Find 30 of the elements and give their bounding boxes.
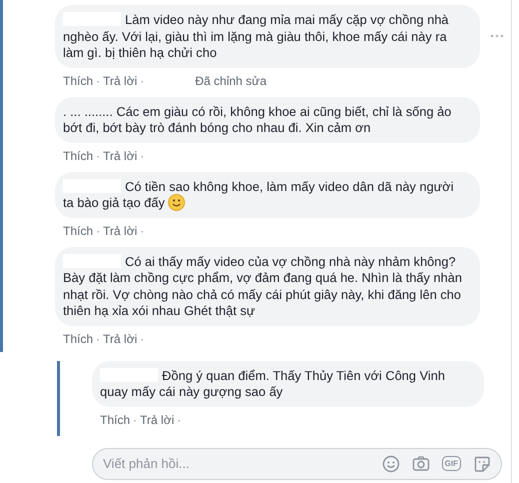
action-link[interactable]: Thích [63, 224, 94, 238]
edited-label: Đã chỉnh sửa [195, 74, 267, 88]
separator-dot: · [140, 224, 144, 238]
separator-dot: · [177, 412, 182, 426]
action-link[interactable]: Thích [63, 74, 94, 88]
action-link[interactable]: Thích [100, 412, 130, 426]
separator-dot: · [96, 74, 100, 88]
action-link[interactable]: Trả lời [140, 412, 174, 426]
more-options-icon[interactable] [490, 34, 504, 38]
camera-icon[interactable] [412, 454, 430, 472]
comment-text: . ... ........ Các em giàu có rồi, không khoe ai cũng biết, chỉ là sống ảo bớt đi, bớt bày trò đánh bóng cho nhau đi. Xin cảm ơn [63, 104, 452, 136]
comment-text: Có ai thấy mấy video của vợ chồng nhà này nhảm không? Bày đặt làm chồng cực phẩm, vợ đảm đang quá he. Nhìn là thấy nhàn nhạt rồi. Vợ chòng nào chả có mấy cái phút giây này, khi đăng lên cho thiên hạ xỉa xói nhau Ghét thật sự [63, 254, 463, 320]
action-link[interactable]: Thích [63, 332, 94, 346]
sticker-icon[interactable] [473, 454, 491, 472]
action-link[interactable]: Trả lời [103, 332, 138, 346]
comment-text: Đồng ý quan điểm. Thấy Thủy Tiên với Công Vinh quay mấy cái này gượng sao ấy [100, 368, 446, 400]
comment-text: Có tiền sao không khoe, làm mấy video dân dã này người ta bào giả tạo đấy [63, 178, 455, 212]
smiley-icon[interactable] [382, 454, 400, 472]
separator-dot: · [96, 148, 100, 162]
comment-text: Làm video này như đang mỉa mai mấy cặp vợ chồng nhà nghèo ấy. Với lại, giàu thì im lặng mà giàu thôi, khoe mấy cái này ra làm gì. bị thiên hạ chửi cho [63, 12, 450, 62]
action-link[interactable]: Trả lời [103, 148, 138, 162]
action-link[interactable]: Thích [63, 148, 94, 162]
separator-dot: · [133, 412, 138, 426]
separator-dot: · [96, 224, 100, 238]
separator-dot: · [140, 332, 144, 346]
action-link[interactable]: Trả lời [103, 74, 138, 88]
action-link[interactable]: Trả lời [103, 224, 138, 238]
separator-dot: · [96, 332, 100, 346]
separator-dot: · [140, 74, 144, 88]
separator-dot: · [140, 148, 144, 162]
